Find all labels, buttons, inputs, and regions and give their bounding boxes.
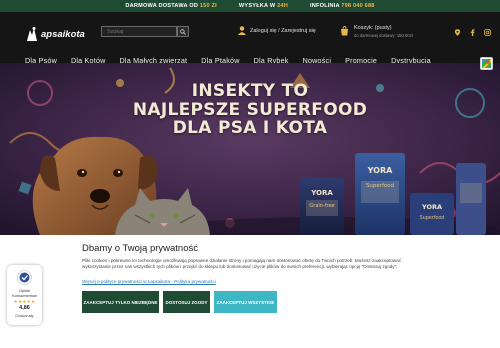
instagram-icon[interactable] bbox=[484, 29, 491, 36]
free-shipping-info: DARMOWA DOSTAWA OD 150 Zł bbox=[125, 3, 217, 9]
map-button[interactable] bbox=[480, 57, 493, 70]
search-icon bbox=[180, 28, 186, 35]
cookie-title: Dbamy o Twoją prywatność bbox=[82, 243, 198, 254]
promo-bar: DARMOWA DOSTAWA OD 150 Zł WYSYŁKA W 24H … bbox=[0, 0, 500, 12]
search-input[interactable] bbox=[101, 26, 177, 37]
cookie-consent-panel: Dbamy o Twoją prywatność Pliki cookies i… bbox=[0, 235, 500, 348]
logo-text: apsaikota bbox=[41, 28, 85, 40]
rating-verdict: Doskonały bbox=[15, 313, 34, 318]
cookie-buttons: Zaakceptuj tylko niezbędne Dostosuj zgod… bbox=[82, 291, 277, 313]
hero-headline: INSEKTY TO NAJLEPSZE SUPERFOOD DLA PSA I… bbox=[0, 82, 500, 138]
pack-brand-a: YORA bbox=[310, 189, 333, 197]
paw-logo-icon bbox=[27, 27, 37, 41]
cookie-body: Pliki cookies i pokrewne im technologie … bbox=[82, 258, 402, 270]
pack-brand-b: YORA bbox=[367, 166, 393, 175]
location-icon[interactable] bbox=[454, 29, 461, 36]
trust-seal-icon bbox=[17, 270, 32, 285]
page: { "topbar": { "shipping_prefix": "DARMOW… bbox=[0, 0, 500, 348]
hotline-info: INFOLINIA 798 040 688 bbox=[309, 3, 375, 9]
rating-score: 4,86 bbox=[19, 305, 30, 311]
accept-necessary-button[interactable]: Zaakceptuj tylko niezbędne bbox=[82, 291, 159, 313]
hero-line-1: INSEKTY TO bbox=[191, 81, 309, 101]
social-links bbox=[454, 29, 491, 36]
site-header: apsaikota Zaloguj się / Zarejestruj się … bbox=[0, 12, 500, 65]
pack-name-b: Superfood bbox=[366, 183, 394, 189]
hero-banner[interactable]: YORA Grain-free YORA Superfood YORA Supe… bbox=[0, 63, 500, 235]
cart-label: Koszyk: (pusty) bbox=[354, 25, 392, 31]
login-link[interactable]: Zaloguj się / Zarejestruj się bbox=[238, 26, 316, 35]
search-button[interactable] bbox=[177, 26, 189, 37]
user-icon bbox=[238, 26, 246, 35]
dispatch-info: WYSYŁKA W 24H bbox=[238, 3, 288, 9]
cart-icon bbox=[341, 26, 348, 36]
hero-line-3: DLA PSA I KOTA bbox=[172, 118, 328, 138]
accept-all-button[interactable]: Zaakceptuj wszystkie bbox=[214, 291, 277, 313]
pack-brand-c: YORA bbox=[421, 203, 442, 211]
hero-line-2: NAJLEPSZE SUPERFOOD bbox=[132, 99, 368, 120]
pack-name-c: Superfood bbox=[420, 215, 445, 221]
site-logo[interactable]: apsaikota bbox=[25, 24, 87, 44]
privacy-policy-link[interactable]: Więcej o polityce prywatności w Łapsaiko… bbox=[82, 279, 216, 284]
trust-badge[interactable]: Opinie Konsumentów ★★★★★ 4,86 Doskonały bbox=[7, 265, 42, 325]
cart-link[interactable]: Koszyk: (pusty) do darmowej dostawy: 150… bbox=[340, 25, 413, 38]
facebook-icon[interactable] bbox=[469, 29, 476, 36]
customize-consent-button[interactable]: Dostosuj zgody bbox=[163, 291, 210, 313]
map-icon bbox=[482, 59, 491, 68]
trust-label: Opinie Konsumentów bbox=[12, 288, 37, 298]
login-label: Zaloguj się / Zarejestruj się bbox=[250, 27, 316, 34]
cart-free-shipping: do darmowej dostawy: 150.00zł bbox=[354, 33, 413, 38]
pack-name-a: Grain-free bbox=[309, 203, 334, 209]
